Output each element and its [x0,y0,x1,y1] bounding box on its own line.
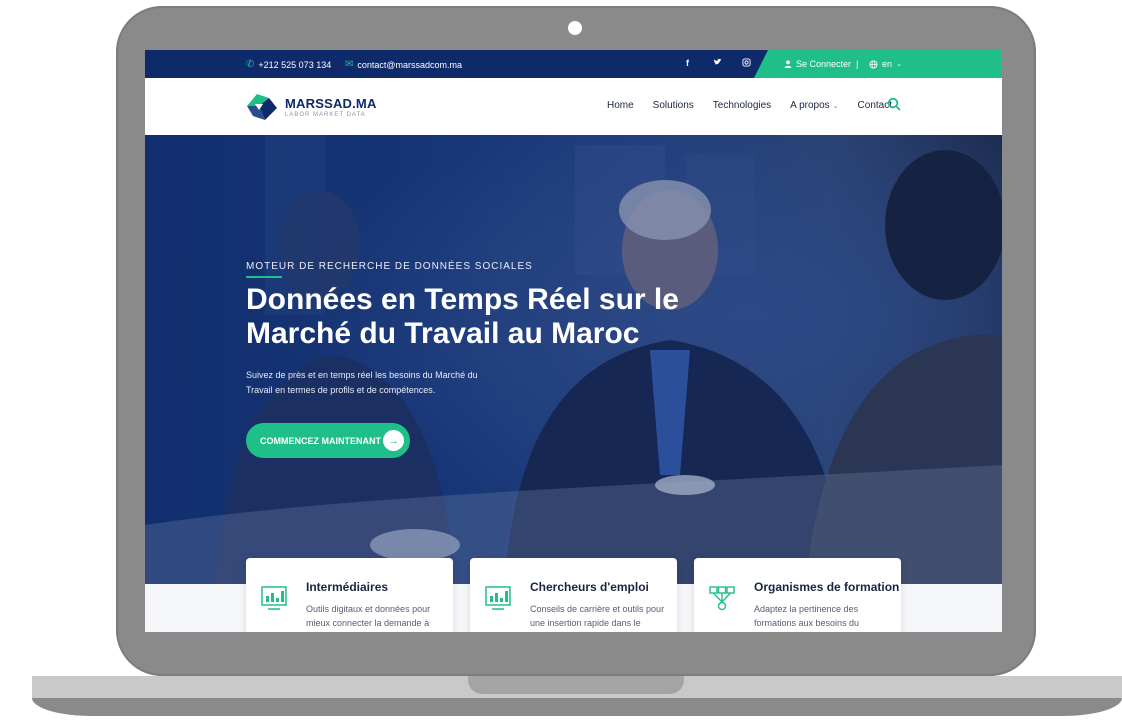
email-icon: ✉ [345,59,354,70]
topbar-separator: | [856,59,859,69]
chevron-down-icon: ⌄ [896,61,902,68]
card-text: Conseils de carrière et outils pour une … [530,604,665,628]
language-label: en [882,59,893,69]
nav-item-apropos[interactable]: A propos ⌄ [790,100,838,111]
twitter-icon[interactable] [713,58,722,69]
browser-screen: ✆ +212 525 073 134 ✉ contact@marssadcom.… [145,50,1002,632]
card-title: Chercheurs d'emploi [530,580,649,594]
login-label: Se Connecter [796,59,852,69]
arrow-right-icon: → [383,430,404,451]
hero-subtitle: Suivez de près et en temps réel les beso… [246,370,478,395]
camera-dot [568,21,582,35]
user-icon [784,60,792,68]
network-funnel-icon [709,586,735,611]
login-link[interactable]: Se Connecter [784,59,851,69]
main-navbar: MARSSAD.MA LABOR MARKET DATA Home Soluti… [145,78,1002,136]
nav-menu: Home Solutions Technologies A propos ⌄ Co… [607,100,892,111]
hero-background-image [145,135,1002,584]
cta-button[interactable]: COMMENCEZ MAINTENANT → [246,423,410,458]
email-contact[interactable]: ✉ contact@marssadcom.ma [345,59,462,70]
card-text: Adaptez la pertinence des formations aux… [754,604,860,628]
nav-item-solutions[interactable]: Solutions [653,100,694,111]
card-intermediaires[interactable]: Intermédiaires Outils digitaux et donnée… [246,558,453,632]
logo-name: MARSSAD [285,95,353,111]
facebook-icon[interactable]: f [686,58,689,68]
instagram-icon[interactable] [742,58,751,69]
email-address: contact@marssadcom.ma [357,59,463,70]
chevron-down-icon: ⌄ [832,103,839,110]
card-organismes[interactable]: Organismes de formation Adaptez la perti… [694,558,901,632]
card-chercheurs[interactable]: Chercheurs d'emploi Conseils de carrière… [470,558,677,632]
search-icon[interactable] [887,97,901,111]
nav-item-apropos-label: A propos [790,100,830,111]
hero-section: MOTEUR DE RECHERCHE DE DONNÉES SOCIALES … [145,135,1002,584]
logo-mark-icon [247,94,277,120]
phone-number: +212 525 073 134 [258,59,332,70]
phone-icon: ✆ [246,59,255,70]
globe-icon [869,59,878,69]
dashboard-chart-icon [485,586,511,610]
dashboard-chart-icon [261,586,287,610]
top-bar: ✆ +212 525 073 134 ✉ contact@marssadcom.… [145,50,1002,78]
hero-kicker-underline [246,276,282,278]
hero-title: Données en Temps Réel sur le Marché du T… [246,283,679,350]
logo-suffix: .MA [352,95,377,111]
phone-contact[interactable]: ✆ +212 525 073 134 [246,59,331,70]
nav-item-technologies[interactable]: Technologies [713,100,771,111]
site-logo[interactable]: MARSSAD.MA LABOR MARKET DATA [245,92,377,122]
cta-label: COMMENCEZ MAINTENANT [260,435,381,446]
hero-kicker: MOTEUR DE RECHERCHE DE DONNÉES SOCIALES [246,261,533,272]
card-title: Organismes de formation [754,580,900,594]
laptop-notch [468,676,684,694]
card-text: Outils digitaux et données pour mieux co… [306,604,431,628]
card-title: Intermédiaires [306,580,389,594]
language-selector[interactable]: en ⌄ [869,59,902,69]
nav-item-home[interactable]: Home [607,100,634,111]
logo-tagline: LABOR MARKET DATA [285,111,366,118]
laptop-base-bottom [32,698,1122,716]
